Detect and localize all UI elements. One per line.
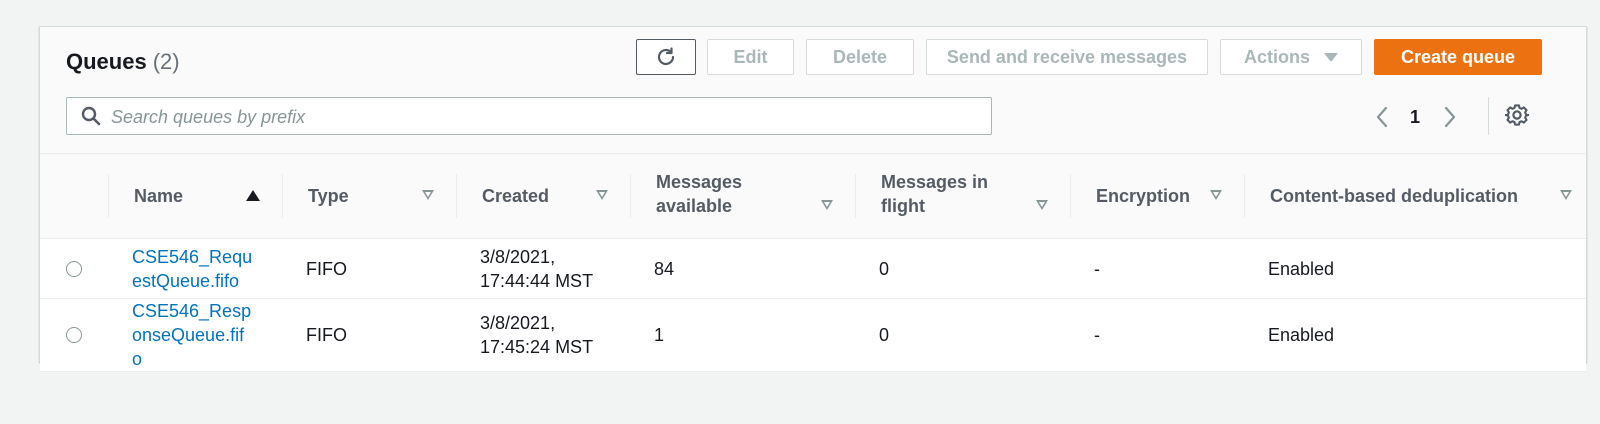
page-title-text: Queues [66,49,147,74]
sort-icon [1036,200,1048,210]
column-header-encryption[interactable]: Encryption [1070,153,1244,239]
pagination: 1 [1374,99,1458,135]
page-title: Queues (2) [66,49,180,75]
row-radio[interactable] [66,260,82,277]
caret-down-icon [1324,52,1338,62]
row-radio[interactable] [66,327,82,343]
search-box [66,97,992,135]
created-cell: 3/8/2021, 17:44:44 MST [456,238,630,299]
table-header-row: Name Type Created Messages available Mes… [40,153,1586,239]
sort-icon [1560,190,1572,200]
column-label: Content-based deduplication [1270,186,1519,206]
edit-button[interactable]: Edit [707,39,794,75]
sort-icon [422,190,434,200]
actions-dropdown[interactable]: Actions [1220,39,1362,75]
messages-in-flight-cell: 0 [855,238,1070,299]
pager-divider [1488,97,1489,135]
column-header-content-dedup[interactable]: Content-based deduplication [1244,153,1586,239]
dedup-cell: Enabled [1244,298,1586,372]
messages-available-cell: 1 [630,298,855,372]
chevron-left-icon[interactable] [1374,105,1390,129]
column-label: Messages available [656,172,743,216]
encryption-cell: - [1070,298,1244,372]
send-receive-button-label: Send and receive messages [946,46,1188,67]
actions-dropdown-label: Actions [1243,46,1310,67]
chevron-right-icon[interactable] [1442,105,1458,129]
create-queue-button-label: Create queue [1400,46,1516,67]
edit-button-label: Edit [733,46,768,67]
dedup-cell: Enabled [1244,238,1586,299]
queues-panel: Queues (2) Edit Delete Send and receive m… [39,26,1587,372]
type-cell: FIFO [282,298,456,372]
search-input[interactable] [109,102,973,132]
send-receive-button[interactable]: Send and receive messages [926,39,1208,75]
sort-icon [1210,190,1222,200]
gear-icon[interactable] [1505,103,1529,127]
column-header-created[interactable]: Created [456,153,630,239]
column-label: Created [482,186,550,206]
table-row[interactable]: CSE546_RequestQueue.fifo FIFO 3/8/2021, … [40,238,1586,299]
created-cell: 3/8/2021, 17:45:24 MST [456,298,630,372]
delete-button-label: Delete [832,46,888,67]
queue-link[interactable]: CSE546_RequestQueue.fifo [132,245,254,293]
column-label: Encryption [1096,186,1191,206]
sort-icon [821,200,833,210]
refresh-button[interactable] [636,39,696,75]
column-header-messages-in-flight[interactable]: Messages in flight [855,153,1070,239]
created-value: 3/8/2021, 17:45:24 MST [480,313,594,357]
create-queue-button[interactable]: Create queue [1374,39,1542,75]
encryption-cell: - [1070,238,1244,299]
page-number[interactable]: 1 [1410,107,1420,128]
name-cell: CSE546_RequestQueue.fifo [108,238,282,299]
queue-count: (2) [152,49,180,74]
column-header-type[interactable]: Type [282,153,456,239]
refresh-icon [657,47,675,66]
row-select-cell [40,298,108,372]
column-header-name[interactable]: Name [108,153,282,239]
queue-link[interactable]: CSE546_ResponseQueue.fifo [132,299,254,371]
column-header-messages-available[interactable]: Messages available [630,153,855,239]
select-column-header [40,153,108,239]
messages-available-cell: 84 [630,238,855,299]
sort-icon [596,190,608,200]
column-label: Type [308,186,349,206]
search-icon [81,106,101,126]
queues-table: Name Type Created Messages available Mes… [40,153,1586,372]
row-select-cell [40,238,108,299]
column-label: Name [134,186,184,206]
type-cell: FIFO [282,238,456,299]
column-label: Messages in flight [881,172,989,216]
sort-ascending-icon [246,190,260,201]
name-cell: CSE546_ResponseQueue.fifo [108,298,282,372]
delete-button[interactable]: Delete [806,39,914,75]
messages-in-flight-cell: 0 [855,298,1070,372]
created-value: 3/8/2021, 17:44:44 MST [480,246,594,291]
table-row[interactable]: CSE546_ResponseQueue.fifo FIFO 3/8/2021,… [40,298,1586,372]
